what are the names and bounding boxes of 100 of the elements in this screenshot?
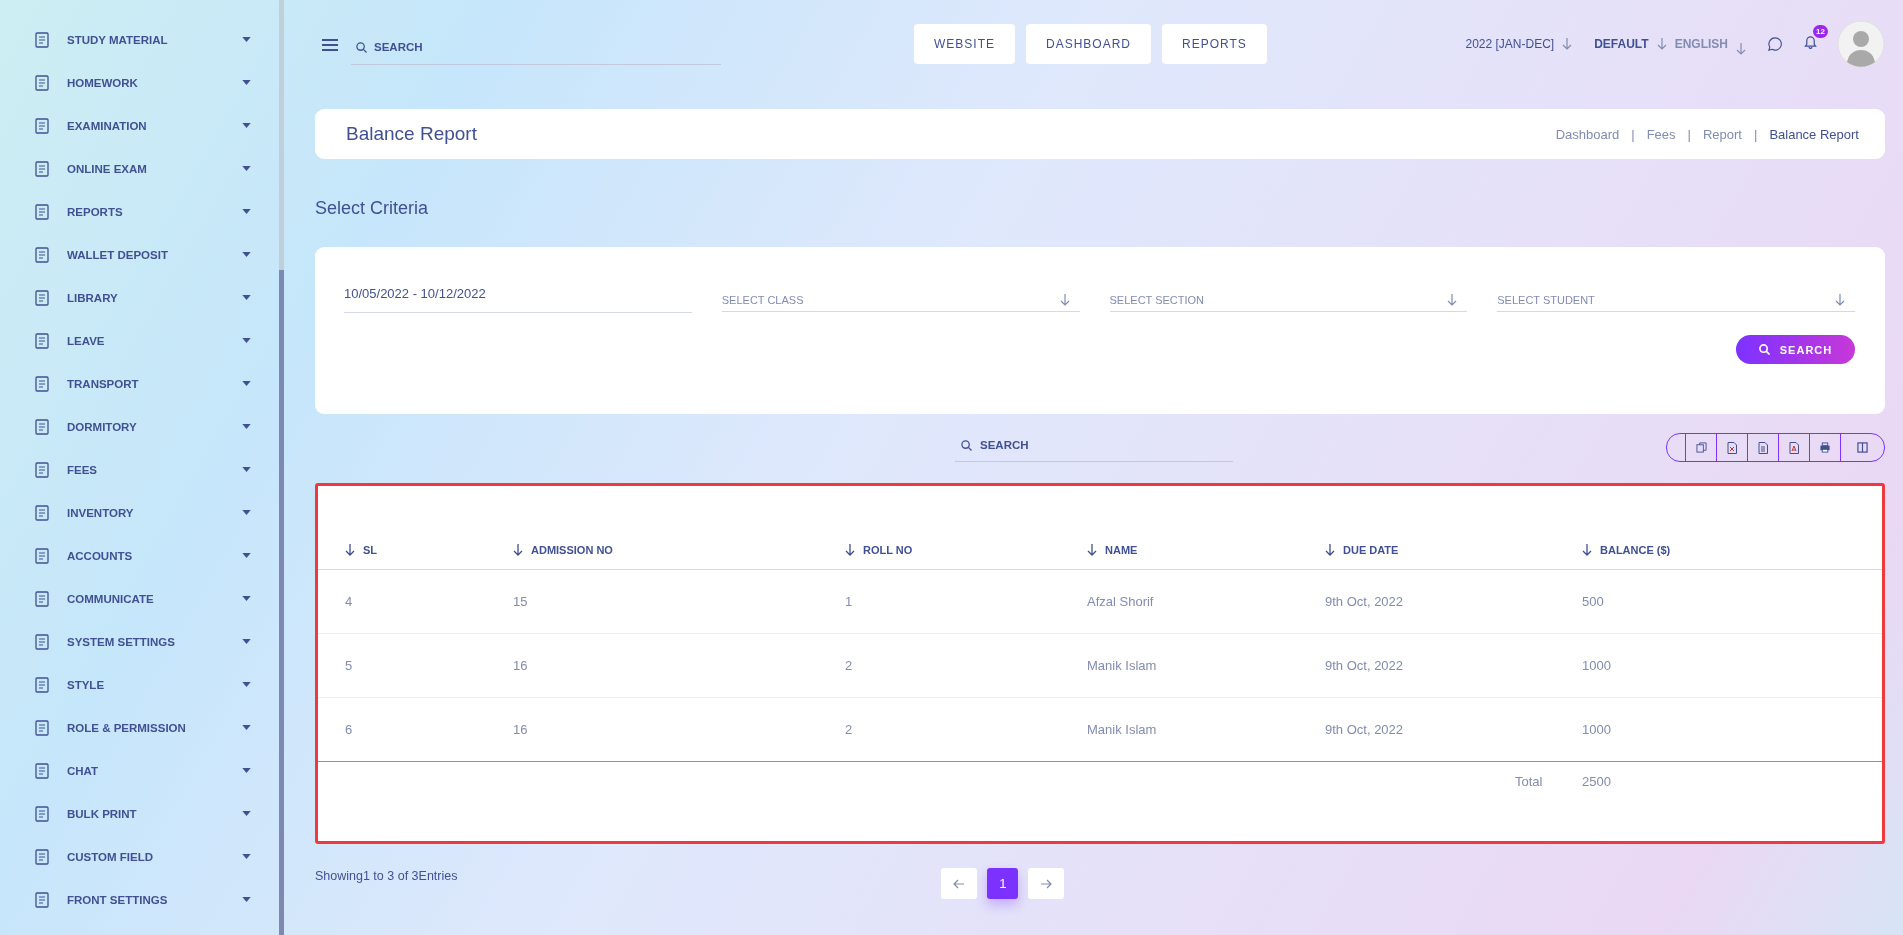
entries-info: Showing1 to 3 of 3Entries <box>315 868 458 883</box>
table-cell: 2 <box>845 658 853 673</box>
select-field[interactable]: SELECT SECTION <box>1109 279 1468 312</box>
table-cell: Manik Islam <box>1087 722 1157 737</box>
table-cell: 4 <box>345 594 353 609</box>
sort-arrow-icon[interactable] <box>1325 544 1335 556</box>
table-cell: 9th Oct, 2022 <box>1325 722 1404 737</box>
total-value: 2500 <box>1582 773 1611 789</box>
sidebar-item[interactable]: FEES <box>0 448 279 491</box>
nav-button[interactable]: WEBSITE <box>914 23 1015 64</box>
sidebar-item[interactable]: TRANSPORT <box>0 362 279 405</box>
sort-arrow-icon[interactable] <box>1087 544 1097 556</box>
sort-arrow-icon[interactable] <box>513 544 523 556</box>
document-icon <box>35 289 49 306</box>
document-icon <box>35 633 49 650</box>
total-label: Total <box>1515 773 1544 789</box>
nav-button[interactable]: REPORTS <box>1162 23 1267 64</box>
caret-icon <box>242 854 251 859</box>
document-icon <box>35 246 49 263</box>
arrow-down-icon <box>1059 294 1070 306</box>
breadcrumb-link[interactable]: Report <box>1702 126 1742 142</box>
scrollbar-thumb[interactable] <box>279 270 284 935</box>
arrow-down-icon <box>1562 37 1573 50</box>
caret-icon <box>242 209 251 214</box>
table-cell: 6 <box>345 722 353 737</box>
sidebar-item[interactable]: REPORTS <box>0 190 279 233</box>
sidebar-item[interactable]: CHAT <box>0 749 279 792</box>
select-field[interactable]: SELECT STUDENT <box>1497 279 1855 312</box>
column-header[interactable]: BALANCE ($) <box>1600 544 1671 556</box>
breadcrumb-link[interactable]: Balance Report <box>1769 126 1859 142</box>
sidebar-item[interactable]: FRONT SETTINGS <box>0 878 279 921</box>
caret-icon <box>242 897 251 902</box>
caret-icon <box>242 768 251 773</box>
chat-bubble-icon[interactable] <box>1768 36 1782 51</box>
copy-icon <box>1695 442 1707 453</box>
pdf-file-icon <box>1789 441 1799 454</box>
sidebar-item[interactable]: STUDY MATERIAL <box>0 18 279 61</box>
arrow-left-icon <box>953 878 966 889</box>
column-header[interactable]: ROLL NO <box>863 544 913 556</box>
caret-icon <box>242 467 251 472</box>
document-icon <box>35 461 49 478</box>
document-icon <box>35 805 49 822</box>
menu-icon[interactable] <box>322 38 338 51</box>
document-icon <box>35 848 49 865</box>
arrow-down-icon <box>1736 42 1746 55</box>
nav-button[interactable]: DASHBOARD <box>1026 23 1152 64</box>
column-header[interactable]: DUE DATE <box>1343 544 1399 556</box>
page-button[interactable]: 1 <box>987 868 1019 899</box>
sidebar-item[interactable]: BULK PRINT <box>0 792 279 835</box>
arrow-down-icon <box>1447 294 1458 306</box>
sidebar-item[interactable]: DORMITORY <box>0 405 279 448</box>
breadcrumb-link[interactable]: Fees <box>1646 126 1676 142</box>
caret-icon <box>242 80 251 85</box>
session-dropdown[interactable]: 2022 [JAN-DEC] <box>1465 36 1555 51</box>
breadcrumb-link[interactable]: Dashboard <box>1555 126 1620 142</box>
sidebar-item[interactable]: ACCOUNTS <box>0 534 279 577</box>
sort-arrow-icon[interactable] <box>845 544 855 556</box>
sidebar-item[interactable]: SYSTEM SETTINGS <box>0 620 279 663</box>
caret-icon <box>242 37 251 42</box>
sidebar-item[interactable]: ROLE & PERMISSION <box>0 706 279 749</box>
date-range-field[interactable]: 10/05/2022 - 10/12/2022 <box>344 279 692 313</box>
table-cell: 1000 <box>1582 658 1611 673</box>
caret-icon <box>242 510 251 515</box>
table-search-field[interactable]: SEARCH <box>955 429 1233 462</box>
breadcrumb-separator: | <box>1631 126 1635 142</box>
style-dropdown[interactable]: DEFAULT <box>1594 36 1649 51</box>
document-icon <box>35 203 49 220</box>
search-icon <box>356 41 367 53</box>
sidebar-item[interactable]: EXAMINATION <box>0 104 279 147</box>
sidebar-item[interactable]: WALLET DEPOSIT <box>0 233 279 276</box>
sidebar-item[interactable]: ONLINE EXAM <box>0 147 279 190</box>
caret-icon <box>242 295 251 300</box>
search-icon <box>961 439 972 451</box>
sidebar-item[interactable]: CUSTOM FIELD <box>0 835 279 878</box>
sort-arrow-icon[interactable] <box>345 544 355 556</box>
caret-icon <box>242 381 251 386</box>
sidebar-item[interactable]: LIBRARY <box>0 276 279 319</box>
document-icon <box>35 547 49 564</box>
sidebar-item[interactable]: HOMEWORK <box>0 61 279 104</box>
spreadsheet-file-icon <box>1727 441 1737 454</box>
sidebar-item[interactable]: STYLE <box>0 663 279 706</box>
column-header[interactable]: ADMISSION NO <box>531 544 613 556</box>
sidebar-item[interactable]: COMMUNICATE <box>0 577 279 620</box>
sort-arrow-icon[interactable] <box>1582 544 1592 556</box>
search-button[interactable]: SEARCH <box>1736 335 1855 364</box>
section-heading: Select Criteria <box>315 198 430 219</box>
column-header[interactable]: SL <box>363 544 378 556</box>
select-field[interactable]: SELECT CLASS <box>721 279 1080 312</box>
caret-icon <box>242 639 251 644</box>
table-cell: Manik Islam <box>1087 658 1157 673</box>
caret-icon <box>242 424 251 429</box>
bell-icon[interactable] <box>1804 34 1817 49</box>
sidebar-item[interactable]: INVENTORY <box>0 491 279 534</box>
document-icon <box>35 375 49 392</box>
sidebar-item[interactable]: LEAVE <box>0 319 279 362</box>
column-header[interactable]: NAME <box>1105 544 1138 556</box>
caret-icon <box>242 338 251 343</box>
search-field[interactable]: SEARCH <box>351 30 721 65</box>
table-cell: 9th Oct, 2022 <box>1325 594 1404 609</box>
search-icon <box>1758 344 1770 355</box>
